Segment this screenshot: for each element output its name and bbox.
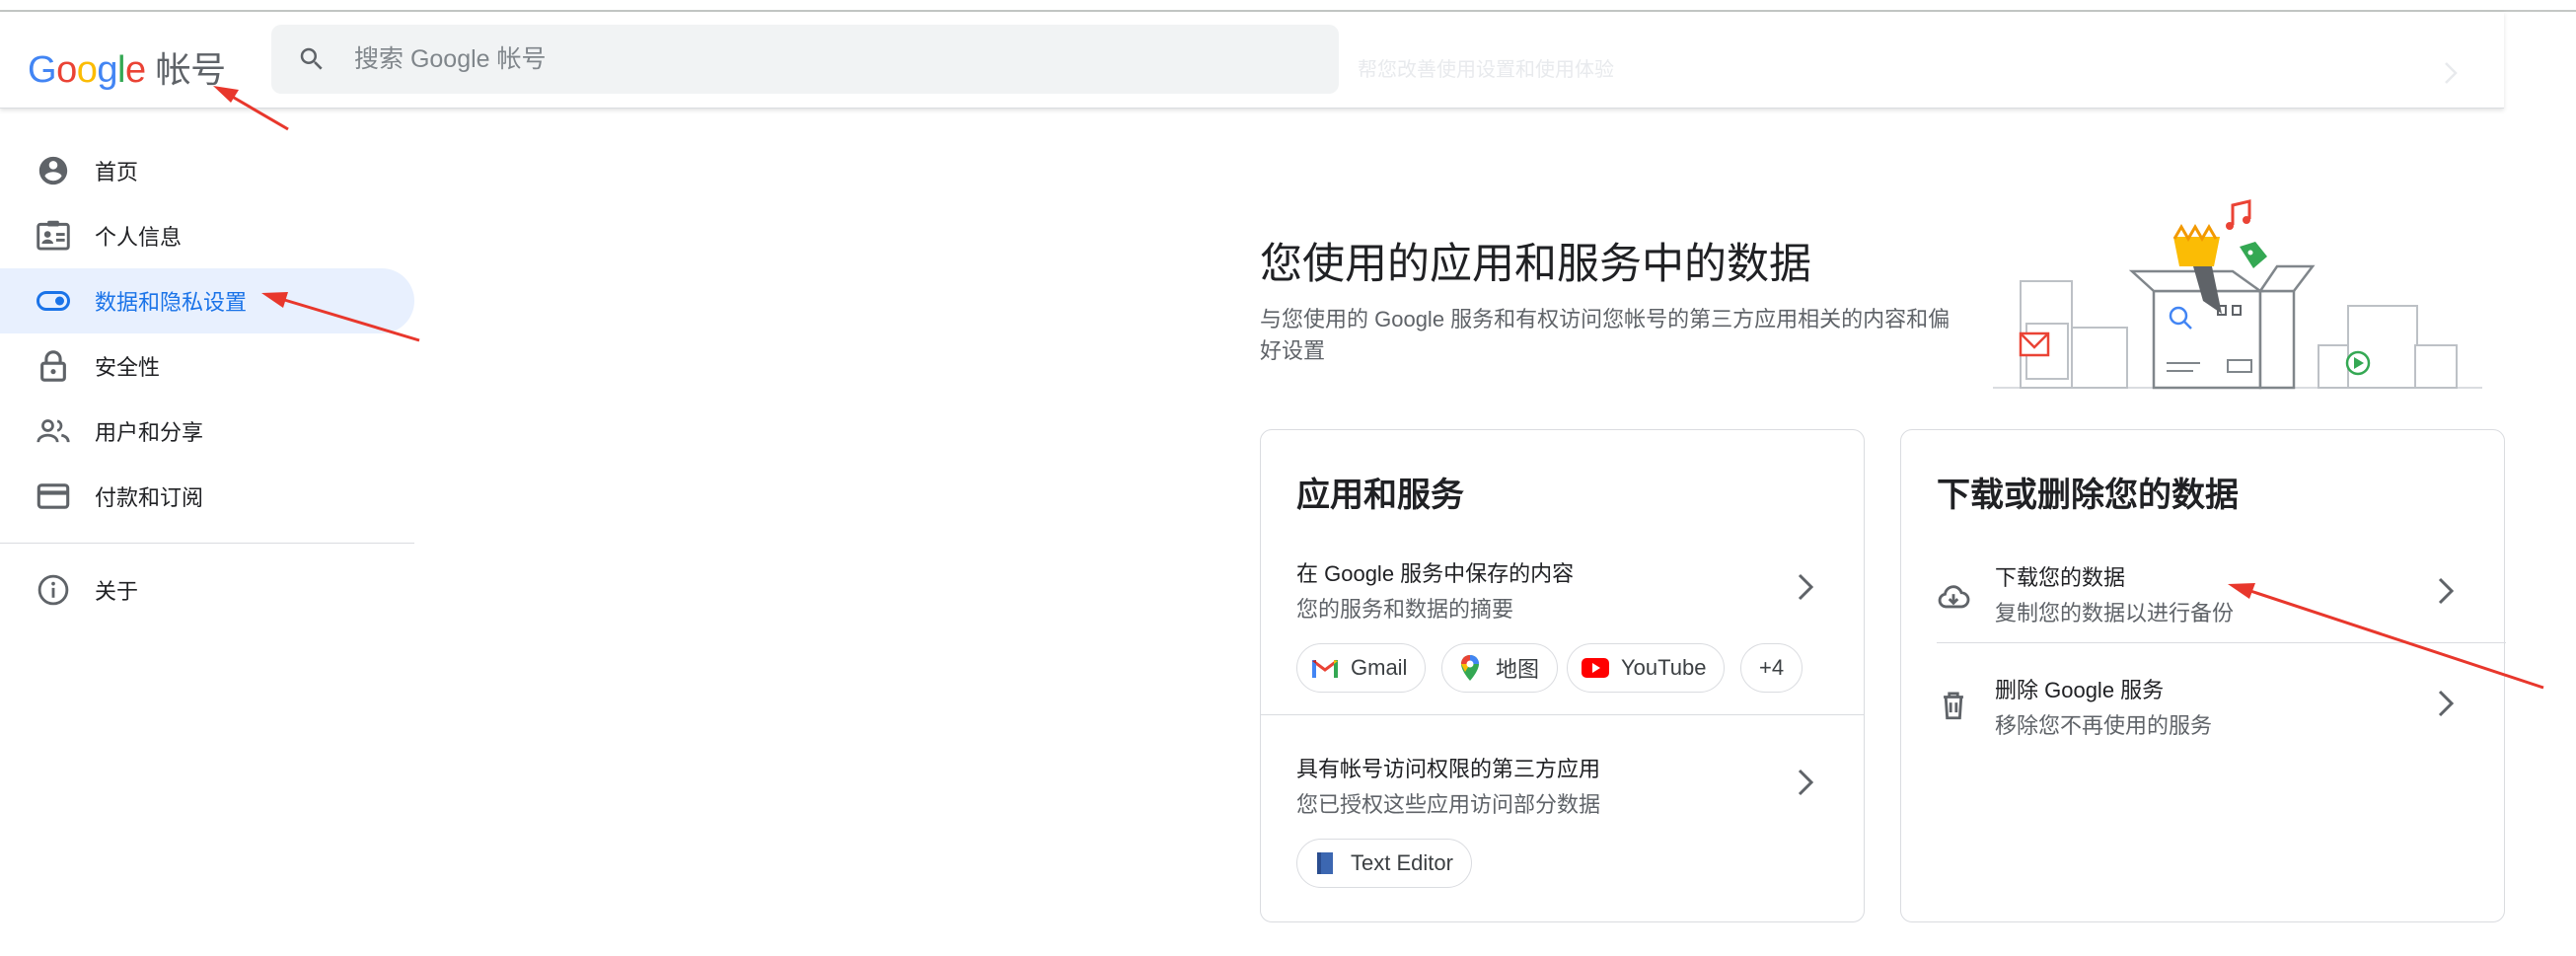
sidebar-item-home[interactable]: 首页	[0, 138, 414, 203]
app-header: Google 帐号 帮您改善使用设置和使用体验	[0, 12, 2504, 109]
row-subtitle: 复制您的数据以进行备份	[1995, 601, 2235, 625]
chip-youtube[interactable]: YouTube	[1567, 643, 1726, 693]
sidebar-item-personal-info[interactable]: 个人信息	[0, 203, 414, 268]
account-circle-icon	[36, 153, 71, 188]
chip-maps[interactable]: 地图	[1441, 643, 1559, 693]
row-subtitle: 您的服务和数据的摘要	[1296, 597, 1514, 622]
chip-gmail[interactable]: Gmail	[1296, 643, 1427, 693]
page-title: 您使用的应用和服务中的数据	[1260, 241, 1811, 288]
sidebar-item-label: 付款和订阅	[95, 485, 204, 510]
sidebar-item-label: 数据和隐私设置	[95, 290, 248, 315]
saved-content-row[interactable]: 在 Google 服务中保存的内容 您的服务和数据的摘要	[1261, 541, 1864, 629]
sidebar-item-label: 用户和分享	[95, 420, 204, 445]
row-title: 在 Google 服务中保存的内容	[1296, 561, 1575, 586]
sidebar-item-about[interactable]: 关于	[0, 557, 414, 623]
sidebar-nav: 首页 个人信息 数据和隐私设置 安全性 用户和分享 付款和订阅 关于	[0, 138, 414, 623]
trash-icon	[1944, 692, 1963, 720]
sidebar-item-security[interactable]: 安全性	[0, 333, 414, 399]
chevron-right-icon	[2438, 690, 2455, 717]
people-icon	[36, 413, 71, 449]
third-party-apps-row[interactable]: 具有帐号访问权限的第三方应用 您已授权这些应用访问部分数据	[1261, 736, 1864, 825]
page-description: 与您使用的 Google 服务和有权访问您帐号的第三方应用相关的内容和偏好设置	[1260, 307, 1950, 363]
download-delete-card: 下载或删除您的数据 下载您的数据 复制您的数据以进行备份 删除 Google 服…	[1900, 429, 2506, 922]
delete-service-row[interactable]: 删除 Google 服务 移除您不再使用的服务	[1901, 661, 2504, 760]
google-account-logo[interactable]: Google 帐号	[28, 41, 226, 93]
credit-card-icon	[36, 478, 71, 514]
card-title: 应用和服务	[1296, 477, 1464, 514]
sidebar-item-label: 安全性	[95, 355, 161, 380]
chip-label: YouTube	[1621, 655, 1707, 680]
row-title: 具有帐号访问权限的第三方应用	[1296, 757, 1601, 781]
chip-label: +4	[1759, 655, 1785, 680]
lock-icon	[36, 348, 71, 384]
data-box-illustration	[1993, 199, 2482, 390]
card-title: 下载或删除您的数据	[1937, 477, 2239, 514]
text-editor-icon	[1311, 849, 1339, 877]
info-icon	[36, 572, 71, 608]
sidebar-item-label: 个人信息	[95, 225, 183, 250]
search-icon	[300, 47, 323, 70]
youtube-icon	[1582, 654, 1609, 682]
page: Google 帐号 帮您改善使用设置和使用体验 首页 个人信息 数据	[0, 0, 2576, 956]
chip-text-editor[interactable]: Text Editor	[1296, 839, 1472, 888]
gmail-icon	[1311, 654, 1339, 682]
chip-label: 地图	[1496, 657, 1540, 682]
search-bar[interactable]	[271, 25, 1339, 94]
card-divider	[1261, 714, 1864, 715]
chip-more[interactable]: +4	[1740, 643, 1803, 693]
row-subtitle: 您已授权这些应用访问部分数据	[1296, 792, 1601, 817]
sidebar-item-label: 首页	[95, 160, 139, 184]
card-divider	[1937, 642, 2506, 643]
row-subtitle: 移除您不再使用的服务	[1995, 713, 2213, 738]
sidebar-item-data-privacy[interactable]: 数据和隐私设置	[0, 268, 414, 333]
sidebar-item-people-sharing[interactable]: 用户和分享	[0, 399, 414, 464]
faded-banner-text: 帮您改善使用设置和使用体验	[1358, 59, 1614, 81]
sidebar-divider	[0, 543, 414, 544]
chevron-right-icon	[1798, 573, 1814, 601]
sidebar-item-label: 关于	[95, 579, 139, 604]
sidebar-item-payments[interactable]: 付款和订阅	[0, 464, 414, 529]
chevron-right-icon	[1798, 769, 1814, 796]
product-name: 帐号	[155, 49, 227, 90]
apps-services-card: 应用和服务 在 Google 服务中保存的内容 您的服务和数据的摘要 Gmail…	[1260, 429, 1865, 922]
google-logo-text: Google	[28, 49, 146, 91]
chip-label: Text Editor	[1351, 850, 1453, 875]
toggle-icon	[36, 283, 71, 319]
row-title: 删除 Google 服务	[1995, 678, 2165, 702]
row-title: 下载您的数据	[1995, 565, 2126, 590]
download-data-row[interactable]: 下载您的数据 复制您的数据以进行备份	[1901, 549, 2504, 647]
chip-label: Gmail	[1351, 655, 1408, 680]
chevron-right-icon	[2438, 577, 2455, 605]
maps-pin-icon	[1456, 654, 1484, 682]
faded-chevron-right-icon	[2445, 62, 2458, 84]
search-input[interactable]	[354, 37, 1301, 82]
id-card-icon	[36, 218, 71, 254]
cloud-download-icon	[1938, 585, 1970, 609]
